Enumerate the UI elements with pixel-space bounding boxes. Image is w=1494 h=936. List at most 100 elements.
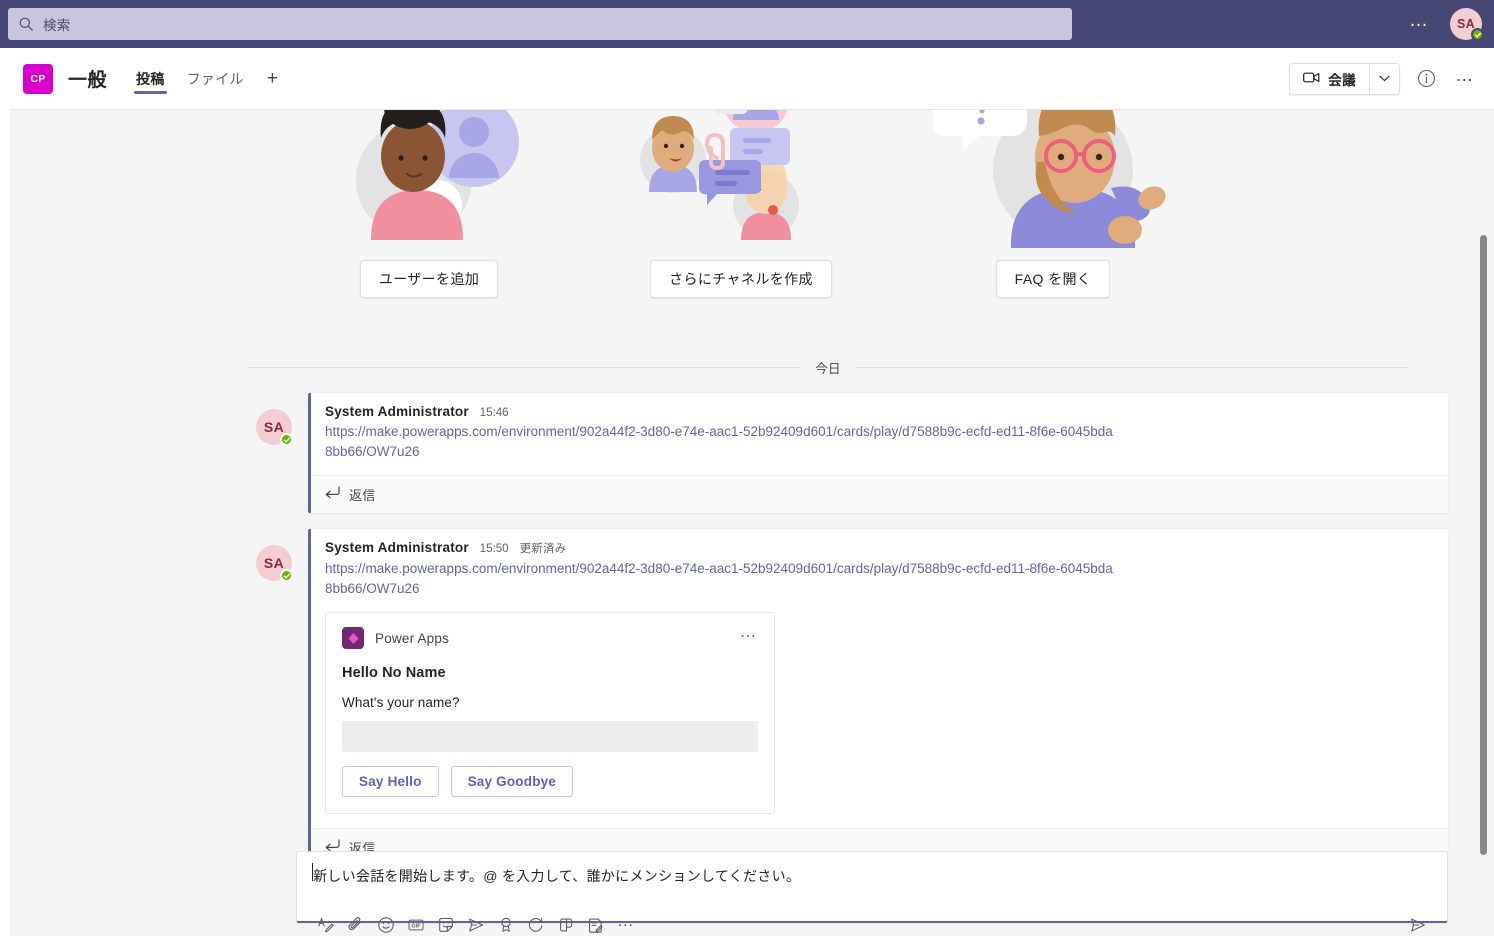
gif-icon[interactable]: GIF: [401, 910, 431, 936]
card-header: Power Apps: [342, 627, 758, 649]
presence-available-icon: [280, 433, 293, 446]
say-hello-button[interactable]: Say Hello: [342, 766, 439, 797]
format-icon[interactable]: [311, 910, 341, 936]
tab-files[interactable]: ファイル: [176, 48, 255, 110]
avatar[interactable]: SA: [256, 545, 292, 581]
divider-line-right: [855, 367, 1408, 368]
text-caret: [312, 863, 313, 881]
message-meta: System Administrator 15:50 更新済み: [325, 540, 1434, 556]
search-icon: [18, 16, 34, 32]
reply-arrow-icon: [325, 486, 340, 504]
sticker-icon[interactable]: [431, 910, 461, 936]
create-channels-illustration: [621, 110, 861, 260]
hero-card-add-people: ユーザーを追加: [309, 110, 549, 340]
card-actions: Say Hello Say Goodbye: [342, 766, 758, 797]
add-people-button[interactable]: ユーザーを追加: [360, 260, 499, 298]
send-later-icon[interactable]: [461, 910, 491, 936]
message-author: System Administrator: [325, 404, 469, 419]
channel-header: CP 一般 投稿 ファイル + 会議: [10, 48, 1494, 110]
divider-line-left: [248, 367, 801, 368]
avatar[interactable]: SA: [1450, 8, 1482, 40]
say-goodbye-button[interactable]: Say Goodbye: [451, 766, 573, 797]
praise-icon[interactable]: [491, 910, 521, 936]
message-author: System Administrator: [325, 540, 469, 555]
card-more-button[interactable]: …: [736, 623, 761, 647]
open-faq-button[interactable]: FAQ を開く: [996, 260, 1111, 298]
scrollbar-track[interactable]: [1477, 110, 1491, 936]
hero-card-open-faq: FAQ を開く: [933, 110, 1173, 340]
team-initials: CP: [30, 73, 45, 85]
forms-icon[interactable]: [581, 910, 611, 936]
reply-button[interactable]: 返信: [311, 475, 1448, 513]
tab-files-label: ファイル: [187, 69, 244, 89]
message-body: System Administrator 15:50 更新済み https://…: [308, 529, 1448, 851]
svg-text:GIF: GIF: [412, 923, 422, 929]
reply-arrow-icon: [325, 839, 340, 852]
message-item: SA System Administrator 15:50 更新済み https…: [246, 529, 1448, 851]
reply-label: 返信: [349, 485, 376, 504]
avatar-initials: SA: [264, 555, 284, 571]
avatar[interactable]: SA: [256, 409, 292, 445]
compose-toolbar: GIF: [297, 910, 1447, 936]
channel-more-button[interactable]: …: [1452, 66, 1478, 92]
meet-button-group: 会議: [1289, 63, 1400, 95]
create-channels-button[interactable]: さらにチャネルを作成: [650, 260, 832, 298]
channel-info-button[interactable]: [1413, 66, 1439, 92]
message-timestamp: 15:46: [480, 407, 509, 419]
card-name-input[interactable]: [342, 721, 758, 752]
search-bar[interactable]: 検索: [8, 8, 1072, 40]
card-question-label: What's your name?: [342, 695, 758, 710]
presence-available-icon: [280, 569, 293, 582]
compose-box: 新しい会話を開始します。@ を入力して、誰かにメンションしてください。: [296, 851, 1448, 923]
card-title: Hello No Name: [342, 665, 758, 681]
compose-area: 新しい会話を開始します。@ を入力して、誰かにメンションしてください。: [10, 851, 1472, 936]
video-camera-icon: [1303, 71, 1320, 87]
compose-placeholder: 新しい会話を開始します。@ を入力して、誰かにメンションしてください。: [313, 868, 800, 884]
adaptive-card: … Power Apps Hello No Name What's your n…: [325, 612, 775, 814]
message-link[interactable]: https://make.powerapps.com/environment/9…: [325, 422, 1115, 461]
hero-card-create-channels: さらにチャネルを作成: [621, 110, 861, 340]
search-placeholder: 検索: [43, 14, 70, 34]
message-avatar-column: SA: [246, 529, 308, 851]
meet-button[interactable]: 会議: [1290, 64, 1369, 94]
power-apps-icon: [342, 627, 364, 649]
page-title: 一般: [68, 65, 107, 92]
compose-more-button[interactable]: …: [611, 910, 641, 936]
top-bar: 検索 … SA: [0, 0, 1494, 48]
channel-header-actions: 会議 …: [1289, 63, 1494, 95]
compose-input[interactable]: 新しい会話を開始します。@ を入力して、誰かにメンションしてください。: [297, 852, 1447, 886]
topbar-more-button[interactable]: …: [1403, 12, 1436, 36]
message-content: System Administrator 15:46 https://make.…: [311, 393, 1448, 475]
channel-welcome-hero: ユーザーを追加: [10, 110, 1472, 340]
channel-tabs: 投稿 ファイル +: [125, 48, 290, 110]
message-edited-label: 更新済み: [520, 540, 567, 556]
topbar-right-group: … SA: [1403, 0, 1482, 48]
tab-posts[interactable]: 投稿: [125, 48, 176, 110]
message-avatar-column: SA: [246, 393, 308, 513]
send-icon[interactable]: [1403, 910, 1433, 936]
loop-icon[interactable]: [521, 910, 551, 936]
reply-label: 返信: [349, 838, 376, 851]
reply-button[interactable]: 返信: [311, 828, 1448, 851]
team-avatar[interactable]: CP: [23, 64, 53, 94]
add-tab-button[interactable]: +: [255, 69, 290, 88]
card-app-name: Power Apps: [375, 631, 449, 646]
date-divider: 今日: [248, 358, 1432, 377]
message-timestamp: 15:50: [480, 543, 509, 555]
conversation-scroll-area: ユーザーを追加: [10, 110, 1472, 851]
message-body: System Administrator 15:46 https://make.…: [308, 393, 1448, 513]
scrollbar-thumb[interactable]: [1480, 235, 1487, 855]
tab-posts-label: 投稿: [136, 69, 165, 89]
emoji-icon[interactable]: [371, 910, 401, 936]
compose-more-label: …: [617, 918, 636, 924]
channel-more-label: …: [1455, 71, 1475, 86]
approvals-icon[interactable]: [551, 910, 581, 936]
message-link[interactable]: https://make.powerapps.com/environment/9…: [325, 559, 1115, 598]
meet-dropdown-button[interactable]: [1369, 64, 1399, 94]
date-divider-label: 今日: [815, 358, 841, 377]
message-meta: System Administrator 15:46: [325, 404, 1434, 419]
attach-icon[interactable]: [341, 910, 371, 936]
avatar-initials: SA: [264, 419, 284, 435]
message-item: SA System Administrator 15:46 https://ma…: [246, 393, 1448, 513]
channel-content: ユーザーを追加: [10, 110, 1494, 936]
